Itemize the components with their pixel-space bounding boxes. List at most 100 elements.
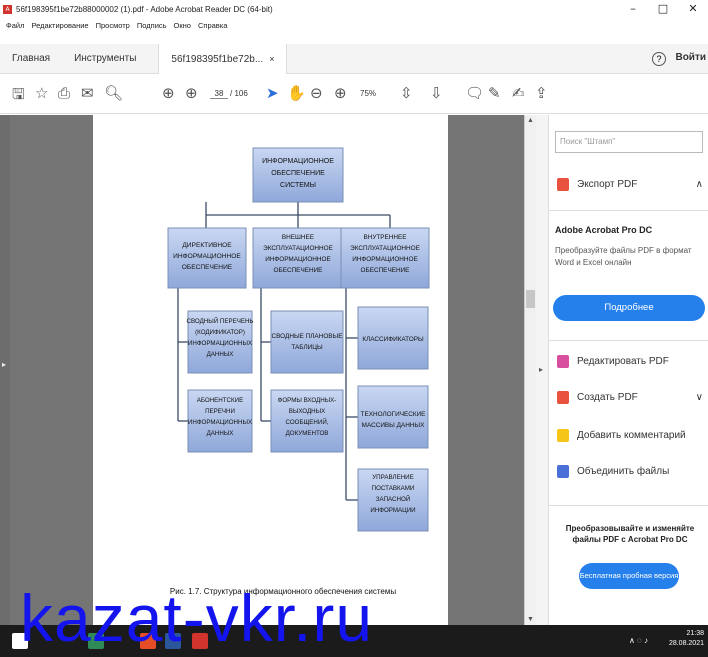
acrobat-pdf-icon: A (3, 4, 12, 14)
tools-panel: Поиск "Штамп" Экспорт PDF ∧ Adobe Acroba… (548, 115, 708, 625)
learn-more-button[interactable]: Подробнее (553, 295, 705, 321)
page-number-input[interactable]: 38 (210, 89, 228, 99)
vertical-scrollbar[interactable]: ▲ ▼ (524, 115, 536, 625)
tab-tools[interactable]: Инструменты (62, 44, 148, 74)
minimize-button[interactable]: – (618, 0, 648, 18)
prev-page-icon[interactable]: ⊕ (162, 84, 175, 102)
box3-line1: СВОДНЫЕ ПЛАНОВЫЕ (272, 333, 343, 340)
box1-line1: СВОДНЫЙ ПЕРЕЧЕНЬ (187, 317, 254, 325)
scroll-thumb[interactable] (526, 290, 535, 308)
edit-pdf-item[interactable]: Редактировать PDF (557, 355, 707, 368)
scroll-down-icon[interactable]: ▼ (527, 616, 534, 623)
col2-title-1: ВНЕШНЕЕ (282, 234, 314, 241)
acrobat-pro-desc: Преобразуйте файлы PDF в формат Word и E… (555, 246, 692, 267)
window-controls: – □ ✕ (618, 0, 708, 18)
search-tools-input[interactable]: Поиск "Штамп" (555, 131, 703, 153)
window-titlebar: A 56f198395f1be72b88000002 (1).pdf - Ado… (0, 0, 708, 18)
box1-line4: ДАННЫХ (207, 351, 234, 358)
email-icon[interactable]: ✉ (81, 84, 94, 102)
watermark: kazat-vkr.ru (20, 581, 374, 655)
print-icon[interactable]: ⎙ (58, 84, 70, 102)
bookmark-star-icon[interactable]: ☆ (35, 84, 48, 102)
col3-title-4: ОБЕСПЕЧЕНИЕ (361, 267, 410, 274)
col2-title-4: ОБЕСПЕЧЕНИЕ (274, 267, 323, 274)
menu-sign[interactable]: Подпись (137, 21, 167, 30)
help-icon[interactable]: ? (652, 52, 666, 66)
tab-bar: Главная Инструменты 56f198395f1be72b... × (0, 43, 708, 74)
pdf-page: ИНФОРМАЦИОННОЕ ОБЕСПЕЧЕНИЕ СИСТЕМЫ ДИРЕК… (93, 115, 448, 625)
highlight-pen-icon[interactable]: ✎ (488, 84, 501, 102)
menu-help[interactable]: Справка (198, 21, 227, 30)
maximize-button[interactable]: □ (648, 0, 678, 18)
box2-line1: АБОНЕНТСКИЕ (197, 397, 243, 404)
box4-line4: ДОКУМЕНТОВ (286, 430, 329, 437)
next-page-icon[interactable]: ⊕ (185, 84, 198, 102)
menu-window[interactable]: Окно (174, 21, 191, 30)
menu-file[interactable]: Файл (6, 21, 24, 30)
add-comment-item[interactable]: Добавить комментарий (557, 429, 707, 442)
tray-icons[interactable]: ∧ ◌ ♪ (629, 636, 648, 645)
root-text-3: СИСТЕМЫ (280, 182, 316, 189)
box7-line2: ПОСТАВКАМИ (372, 485, 415, 492)
share-icon[interactable]: ⇪ (535, 84, 548, 102)
root-text-1: ИНФОРМАЦИОННОЕ (262, 158, 334, 165)
fit-page-icon[interactable]: ⇳ (400, 84, 413, 102)
tab-home[interactable]: Главная (0, 44, 62, 74)
col3-title-3: ИНФОРМАЦИОННОЕ (352, 256, 418, 263)
chevron-up-icon[interactable]: ∧ (696, 179, 703, 190)
tab-document[interactable]: 56f198395f1be72b... × (158, 43, 288, 74)
hand-tool-icon[interactable]: ✋ (287, 84, 306, 102)
scroll-up-icon[interactable]: ▲ (527, 117, 534, 124)
toolbar: 🖫 ☆ ⎙ ✉ 🔍︎ ⊕ ⊕ 38 / 106 ➤ ✋ ⊖ ⊕ 75% ⇳ ⇩ … (0, 76, 708, 114)
tab-close-icon[interactable]: × (269, 54, 274, 64)
diagram: ИНФОРМАЦИОННОЕ ОБЕСПЕЧЕНИЕ СИСТЕМЫ ДИРЕК… (167, 147, 430, 596)
box5-line1: КЛАССИФИКАТОРЫ (362, 336, 424, 343)
col1-title-2: ИНФОРМАЦИОННОЕ (173, 253, 241, 260)
col2-title-2: ЭКСПЛУАТАЦИОННОЕ (263, 245, 333, 252)
select-cursor-icon[interactable]: ➤ (266, 84, 279, 102)
box6-line2: МАССИВЫ ДАННЫХ (362, 422, 425, 429)
divider (549, 340, 708, 341)
box7-line3: ЗАПАСНОЙ (376, 495, 410, 503)
menu-view[interactable]: Просмотр (96, 21, 130, 30)
combine-files-label: Объединить файлы (577, 466, 670, 477)
box7-line4: ИНФОРМАЦИИ (370, 507, 415, 514)
collapse-pane-icon[interactable]: ▸ (539, 365, 543, 374)
box2-line4: ДАННЫХ (207, 430, 234, 437)
expand-left-icon[interactable]: ▸ (2, 360, 6, 369)
menu-edit[interactable]: Редактирование (31, 21, 88, 30)
close-window-button[interactable]: ✕ (678, 0, 708, 18)
combine-files-item[interactable]: Объединить файлы (557, 465, 707, 478)
right-pane-toggle[interactable]: ▸ (536, 115, 548, 625)
export-pdf-icon (557, 178, 569, 191)
scroll-mode-icon[interactable]: ⇩ (430, 84, 443, 102)
create-pdf-icon (557, 391, 569, 404)
root-text-2: ОБЕСПЕЧЕНИЕ (271, 170, 325, 177)
col3-title-1: ВНУТРЕННЕЕ (363, 234, 406, 241)
left-pane-handle[interactable]: ▸ (0, 115, 10, 625)
zoom-select[interactable]: 75% (360, 89, 376, 98)
free-trial-button[interactable]: Бесплатная пробная версия (579, 563, 679, 589)
edit-pdf-label: Редактировать PDF (577, 356, 669, 367)
save-icon[interactable]: 🖫 (12, 84, 25, 109)
menu-bar: Файл Редактирование Просмотр Подпись Окн… (0, 18, 708, 32)
comment-icon[interactable]: 🗨 (465, 84, 484, 102)
login-button[interactable]: Войти (675, 52, 706, 63)
page-total: / 106 (230, 89, 248, 98)
clock-time: 21:38 (686, 630, 704, 637)
sign-icon[interactable]: ✍ (512, 84, 525, 102)
col3-title-2: ЭКСПЛУАТАЦИОННОЕ (350, 245, 420, 252)
box2-line3: ИНФОРМАЦИОННЫХ (188, 419, 252, 426)
col2-title-3: ИНФОРМАЦИОННОЕ (265, 256, 331, 263)
divider (549, 210, 708, 211)
zoom-in-icon[interactable]: ⊕ (334, 84, 347, 102)
chevron-down-icon[interactable]: ∨ (696, 392, 703, 403)
create-pdf-item[interactable]: Создать PDF ∨ (557, 391, 707, 404)
search-icon[interactable]: 🔍︎ (104, 84, 123, 102)
zoom-out-icon[interactable]: ⊖ (310, 84, 323, 102)
promo-text: Преобразовывайте и изменяйте файлы PDF с… (565, 524, 695, 544)
export-pdf-item[interactable]: Экспорт PDF ∧ (557, 178, 707, 191)
window-title: 56f198395f1be72b88000002 (1).pdf - Adobe… (16, 4, 273, 14)
clock-date: 28.08.2021 (668, 640, 704, 647)
clock[interactable]: 21:38 28.08.2021 (669, 629, 704, 649)
